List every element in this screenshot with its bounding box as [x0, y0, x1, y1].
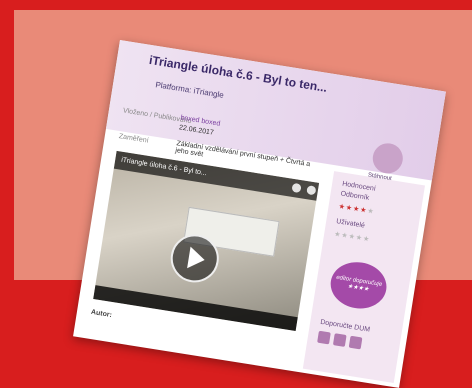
share-buttons [317, 330, 363, 350]
material-card: iTriangle úloha č.6 - Byl to ten... Plat… [73, 40, 446, 388]
platform-value[interactable]: iTriangle [193, 86, 224, 100]
facebook-share-icon[interactable] [332, 333, 347, 347]
video-title[interactable]: iTriangle úloha č.6 - Byl to... [121, 157, 208, 177]
expert-label: Odborník [340, 190, 370, 202]
rating-sidebar: Hodnocení Odborník ★★★★★ Uživatelé ★★★★★… [302, 171, 425, 384]
platform-line: Platforma: iTriangle [155, 80, 225, 100]
author-footer-label: Autor: [90, 308, 113, 320]
video-controls[interactable] [93, 285, 298, 332]
twitter-share-icon[interactable] [348, 335, 363, 350]
expert-stars: ★★★★★ [338, 203, 376, 216]
download-icon[interactable] [370, 141, 405, 176]
editor-badge: editor doporučuje ★★★★ [327, 258, 390, 313]
user-label: Uživatelé [335, 218, 366, 230]
video-actions [291, 182, 317, 196]
email-share-icon[interactable] [317, 330, 331, 345]
platform-label: Platforma: [154, 80, 193, 95]
user-stars[interactable]: ★★★★★ [334, 230, 371, 244]
watch-later-icon[interactable] [291, 182, 302, 194]
video-player[interactable]: iTriangle úloha č.6 - Byl to... [93, 150, 320, 332]
share-icon[interactable] [306, 185, 317, 196]
